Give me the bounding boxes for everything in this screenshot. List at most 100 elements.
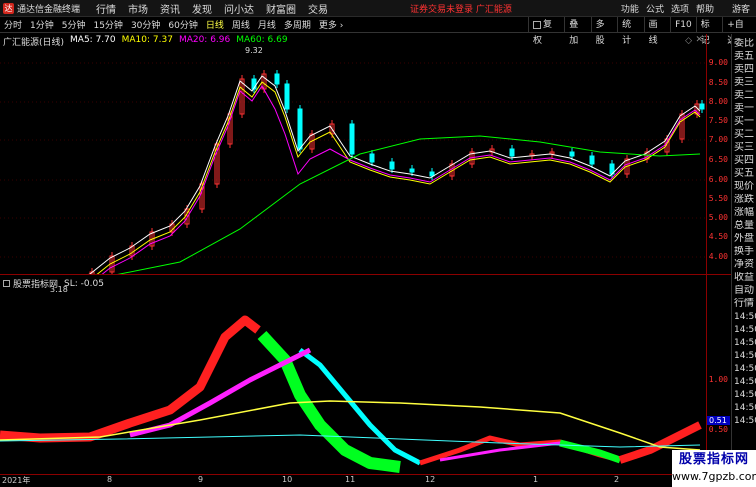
chevron-right-icon: ›: [339, 21, 344, 31]
side-panel-label: 涨跌: [734, 194, 754, 205]
indicator-axis: 1.00 0.50 0.51: [706, 275, 730, 473]
price-tick: 5.50: [708, 194, 728, 203]
side-panel-label: 卖一: [734, 103, 754, 114]
date-tick: 8: [107, 475, 113, 484]
indicator-band: [129, 347, 312, 438]
period-1min[interactable]: 1分钟: [26, 18, 58, 31]
multi-stock-button[interactable]: 多股: [590, 17, 617, 46]
side-panel-label: 买二: [734, 129, 754, 140]
candle-body: [589, 155, 595, 165]
statistics-button[interactable]: 统计: [617, 17, 643, 46]
draw-line-button[interactable]: 画线: [643, 17, 670, 46]
period-more[interactable]: 更多 ›: [315, 18, 348, 31]
price-tick: 7.00: [708, 135, 728, 144]
side-panel-label: 14:50: [734, 390, 756, 400]
side-panel-label: 14:50: [734, 364, 756, 374]
side-panel-label: 14:50: [734, 416, 756, 426]
side-panel-label: 涨幅: [734, 207, 754, 218]
date-tick: 12: [425, 475, 436, 484]
site-watermark: 股票指标网 www.7gpzb.com: [672, 450, 756, 487]
date-tick: 2: [614, 475, 620, 484]
ma20-value: MA20: 6.96: [178, 35, 231, 45]
price-tick: 6.50: [708, 155, 728, 164]
period-more-label: 更多: [318, 21, 337, 31]
indicator-toggle-icon[interactable]: [3, 280, 10, 287]
quote-side-panel: 委比 卖五 卖四 卖三 卖二 卖一 买一 买二 买三 买四 买五 现价 涨跌 涨幅 总量 外盘 换手 净资 收益 自动…: [731, 34, 756, 474]
candle-body: [297, 108, 303, 150]
menu-functions[interactable]: 功能: [621, 2, 639, 15]
menu-trade[interactable]: 交易: [308, 1, 328, 16]
indicator-band: [0, 400, 701, 451]
price-tick: 9.00: [708, 58, 728, 67]
indicator-tick: 1.00: [708, 375, 728, 384]
ma10-value: MA10: 7.37: [121, 35, 173, 45]
indicator-band: [298, 348, 422, 466]
period-monthly[interactable]: 月线: [254, 18, 280, 31]
side-panel-label: 总量: [734, 220, 754, 231]
date-tick: 2021年: [2, 476, 31, 485]
watermark-title: 股票指标网: [678, 452, 749, 467]
period-15min[interactable]: 15分钟: [89, 18, 126, 31]
side-panel-label: 买三: [734, 142, 754, 153]
stock-name: 广汇能源(日线): [3, 38, 65, 48]
date-tick: 1: [533, 475, 539, 484]
side-panel-label: 14:50: [734, 325, 756, 335]
adjust-button[interactable]: 复权: [528, 17, 564, 46]
period-30min[interactable]: 30分钟: [127, 18, 164, 31]
mark-button[interactable]: 标记: [695, 17, 722, 46]
period-daily[interactable]: 日线: [202, 18, 228, 31]
checkbox-icon: [533, 20, 541, 29]
indicator-value-flag: 0.51: [707, 416, 730, 425]
menu-help[interactable]: 帮助: [696, 2, 714, 15]
f10-button[interactable]: F10: [670, 17, 696, 33]
date-tick: 10: [282, 475, 293, 484]
side-panel-label: 14:50: [734, 377, 756, 387]
date-tick: 11: [345, 475, 356, 484]
side-panel-label: 净资: [734, 259, 754, 270]
add-watchlist-button[interactable]: +自选: [722, 17, 756, 46]
side-panel-label: 卖四: [734, 64, 754, 75]
kline-chart[interactable]: 广汇能源(日线) MA5: 7.70 MA10: 7.37 MA20: 6.96…: [0, 34, 706, 294]
chart-settings-icon[interactable]: ◇: [685, 36, 692, 46]
price-tick: 5.00: [708, 213, 728, 222]
indicator-tick: 0.50: [708, 425, 728, 434]
candle-body: [349, 123, 355, 155]
menu-market[interactable]: 市场: [128, 1, 148, 16]
menu-wealth[interactable]: 财富圈: [266, 1, 296, 16]
menu-news[interactable]: 资讯: [160, 1, 180, 16]
side-panel-label: 14:50: [734, 338, 756, 348]
overlay-button[interactable]: 叠加: [564, 17, 590, 46]
side-panel-label: 委比: [734, 38, 754, 49]
price-tick: 4.00: [708, 252, 728, 261]
price-axis: 9.00 8.50 8.00 7.50 7.00 6.50 6.00 5.50 5.00 4.50…: [706, 34, 730, 274]
login-notice[interactable]: 证券交易未登录 广汇能源: [410, 2, 512, 15]
menu-formula[interactable]: 公式: [646, 2, 664, 15]
period-weekly[interactable]: 周线: [228, 18, 254, 31]
menu-discover[interactable]: 发现: [192, 1, 212, 16]
tool-buttons: 复权 叠加 多股 统计 画线 F10 标记 +自选: [528, 17, 756, 46]
guest-user[interactable]: 游客: [732, 2, 750, 15]
side-panel-label: 换手: [734, 246, 754, 257]
period-60min[interactable]: 60分钟: [164, 18, 201, 31]
indicator-chart[interactable]: 股票指标网 SL: -0.05: [0, 275, 706, 473]
side-panel-label: 买一: [734, 116, 754, 127]
ma-line: [96, 81, 701, 274]
price-tick: 7.50: [708, 116, 728, 125]
high-price-label: 9.32: [245, 46, 263, 55]
side-panel-label: 收益: [734, 272, 754, 283]
indicator-svg: [0, 315, 702, 473]
period-multi[interactable]: 多周期: [280, 18, 315, 31]
chart-close-icon[interactable]: ✕: [695, 35, 703, 45]
candle-body: [389, 161, 395, 170]
period-intraday[interactable]: 分时: [0, 18, 26, 31]
side-panel-label: 14:50: [734, 351, 756, 361]
menu-options[interactable]: 选项: [671, 2, 689, 15]
candle-body: [569, 151, 575, 157]
period-5min[interactable]: 5分钟: [58, 18, 90, 31]
side-panel-label: 买四: [734, 155, 754, 166]
menu-quotes[interactable]: 行情: [96, 1, 116, 16]
candle-body: [284, 83, 290, 110]
side-panel-label: 自动: [734, 285, 754, 296]
ma-line: [117, 135, 701, 274]
menu-ask[interactable]: 问小达: [224, 1, 254, 16]
